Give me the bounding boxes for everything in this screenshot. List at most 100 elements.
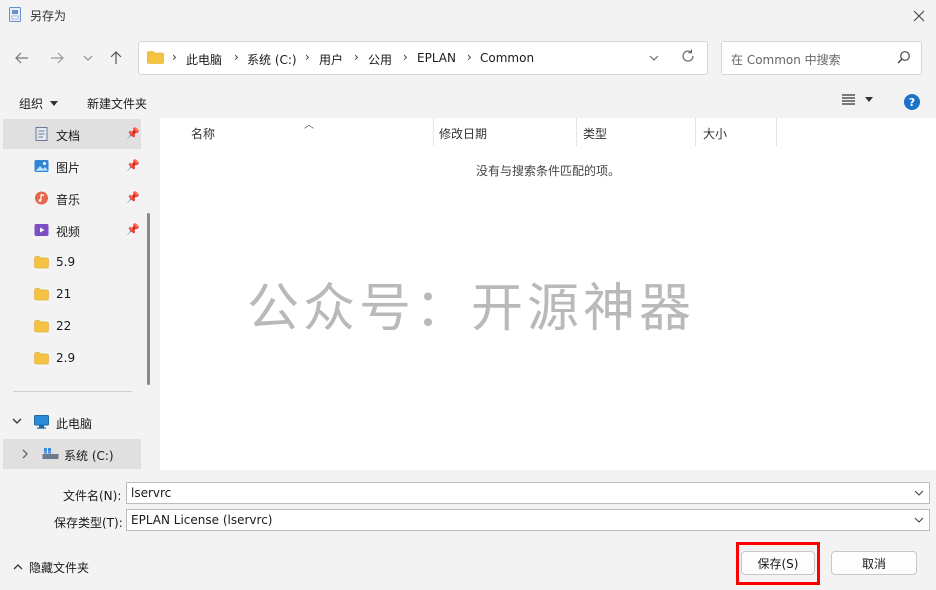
sidebar-item-this-pc[interactable]: 此电脑 (3, 407, 141, 437)
sidebar-item-folder-21[interactable]: 21 (3, 279, 141, 309)
arrow-up-icon (110, 51, 122, 64)
close-button[interactable] (904, 2, 934, 30)
breadcrumb-users[interactable]: 用户 (319, 51, 343, 68)
cancel-button[interactable]: 取消 (831, 551, 917, 575)
sidebar-item-pictures[interactable]: 图片 📌 (3, 151, 141, 181)
filename-label: 文件名(N): (63, 489, 122, 503)
chevron-down-icon (83, 55, 93, 61)
back-button[interactable] (10, 46, 34, 70)
sidebar-item-label: 22 (56, 319, 72, 333)
filetype-label: 保存类型(T): (54, 516, 123, 530)
chevron-up-icon (13, 562, 23, 573)
refresh-icon (682, 49, 694, 62)
recent-locations-button[interactable] (76, 46, 100, 70)
column-divider[interactable] (433, 118, 434, 146)
refresh-button[interactable] (681, 49, 695, 67)
sidebar-item-documents[interactable]: 文档 📌 (3, 119, 141, 149)
view-options-button[interactable] (842, 94, 873, 105)
sidebar-item-music[interactable]: 音乐 📌 (3, 183, 141, 213)
chevron-down-icon (914, 490, 924, 496)
filetype-select[interactable]: EPLAN License (lservrc) (126, 509, 930, 531)
address-bar[interactable]: › 此电脑 › 系统 (C:) › 用户 › 公用 › EPLAN › Comm… (138, 41, 708, 75)
breadcrumb-public[interactable]: 公用 (368, 51, 392, 68)
column-divider[interactable] (576, 118, 577, 146)
sidebar-item-label: 视频 (56, 225, 81, 239)
folder-icon (34, 256, 49, 269)
breadcrumb-drive-c[interactable]: 系统 (C:) (247, 51, 297, 68)
sidebar-scrollbar[interactable] (147, 213, 150, 385)
sidebar-item-folder-22[interactable]: 22 (3, 311, 141, 341)
column-divider[interactable] (776, 118, 777, 146)
filetype-value: EPLAN License (lservrc) (131, 513, 273, 527)
folder-icon (147, 51, 164, 64)
organize-label: 组织 (19, 97, 44, 111)
sidebar-item-label: 音乐 (56, 193, 81, 207)
sidebar-item-folder-2-9[interactable]: 2.9 (3, 343, 141, 373)
column-header-type[interactable]: 类型 (583, 125, 607, 142)
column-header-size[interactable]: 大小 (703, 125, 727, 142)
hide-folders-toggle[interactable]: 隐藏文件夹 (13, 559, 89, 576)
breadcrumb-eplan[interactable]: EPLAN (417, 51, 456, 65)
filename-value: lservrc (131, 486, 172, 500)
computer-icon (34, 415, 49, 429)
save-button-highlight (736, 542, 820, 585)
new-folder-button[interactable]: 新建文件夹 (87, 95, 147, 112)
sidebar-item-folder-5-9[interactable]: 5.9 (3, 247, 141, 277)
watermark-text: 公众号：开源神器 (247, 279, 696, 339)
chevron-right-icon[interactable] (22, 449, 28, 459)
title-bar: 另存为 (0, 0, 936, 32)
pin-icon: 📌 (126, 223, 140, 236)
breadcrumb-separator: › (467, 50, 472, 64)
filename-input[interactable]: lservrc (126, 482, 930, 504)
chevron-down-icon (914, 517, 924, 523)
sidebar-item-videos[interactable]: 视频 📌 (3, 215, 141, 245)
caret-down-icon (50, 101, 59, 106)
breadcrumb-common[interactable]: Common (480, 51, 534, 65)
pin-icon: 📌 (126, 159, 140, 172)
filetype-dropdown[interactable] (914, 513, 924, 526)
hide-folders-label: 隐藏文件夹 (29, 561, 90, 575)
sidebar-divider (13, 391, 132, 392)
chevron-down-icon (649, 55, 659, 61)
folder-icon (34, 288, 49, 301)
folder-icon (34, 352, 49, 365)
breadcrumb-this-pc[interactable]: 此电脑 (186, 51, 222, 68)
sidebar-item-drive-c[interactable]: 系统 (C:) (3, 439, 141, 469)
column-divider[interactable] (695, 118, 696, 146)
search-input[interactable]: 在 Common 中搜索 (721, 41, 922, 75)
breadcrumb-separator: › (305, 50, 310, 64)
sidebar-item-label: 此电脑 (56, 417, 93, 431)
sidebar-item-label: 系统 (C:) (64, 449, 114, 463)
arrow-right-icon (51, 52, 64, 64)
pin-icon: 📌 (126, 127, 140, 140)
breadcrumb-separator: › (403, 50, 408, 64)
caret-down-icon (865, 97, 873, 102)
filename-dropdown[interactable] (914, 486, 924, 499)
picture-icon (34, 160, 49, 172)
breadcrumb-separator: › (234, 50, 239, 64)
address-dropdown-button[interactable] (649, 50, 659, 64)
sort-ascending-icon: ︿ (304, 120, 314, 131)
empty-message: 没有与搜索条件匹配的项。 (475, 164, 620, 178)
column-header-modified[interactable]: 修改日期 (439, 125, 487, 142)
help-icon: ? (908, 95, 916, 109)
navigation-pane[interactable]: 文档 📌 图片 📌 音乐 📌 视频 📌 5.9 21 22 2.9 此电脑 系统… (3, 118, 153, 470)
breadcrumb-separator: › (354, 50, 359, 64)
video-icon (34, 224, 49, 236)
close-icon (913, 10, 925, 22)
sidebar-item-label: 5.9 (56, 255, 76, 269)
search-placeholder: 在 Common 中搜索 (731, 53, 841, 67)
sidebar-item-label: 2.9 (56, 351, 76, 365)
folder-icon (34, 320, 49, 333)
column-header-name[interactable]: 名称 (191, 125, 215, 142)
pin-icon: 📌 (126, 191, 140, 204)
window-title: 另存为 (30, 9, 67, 23)
up-button[interactable] (104, 46, 128, 70)
forward-button[interactable] (45, 46, 69, 70)
arrow-left-icon (15, 52, 28, 64)
help-button[interactable]: ? (904, 94, 920, 110)
organize-button[interactable]: 组织 (19, 95, 59, 112)
sidebar-item-label: 文档 (56, 129, 81, 143)
list-view-icon (842, 94, 855, 105)
chevron-down-icon[interactable] (12, 418, 22, 424)
